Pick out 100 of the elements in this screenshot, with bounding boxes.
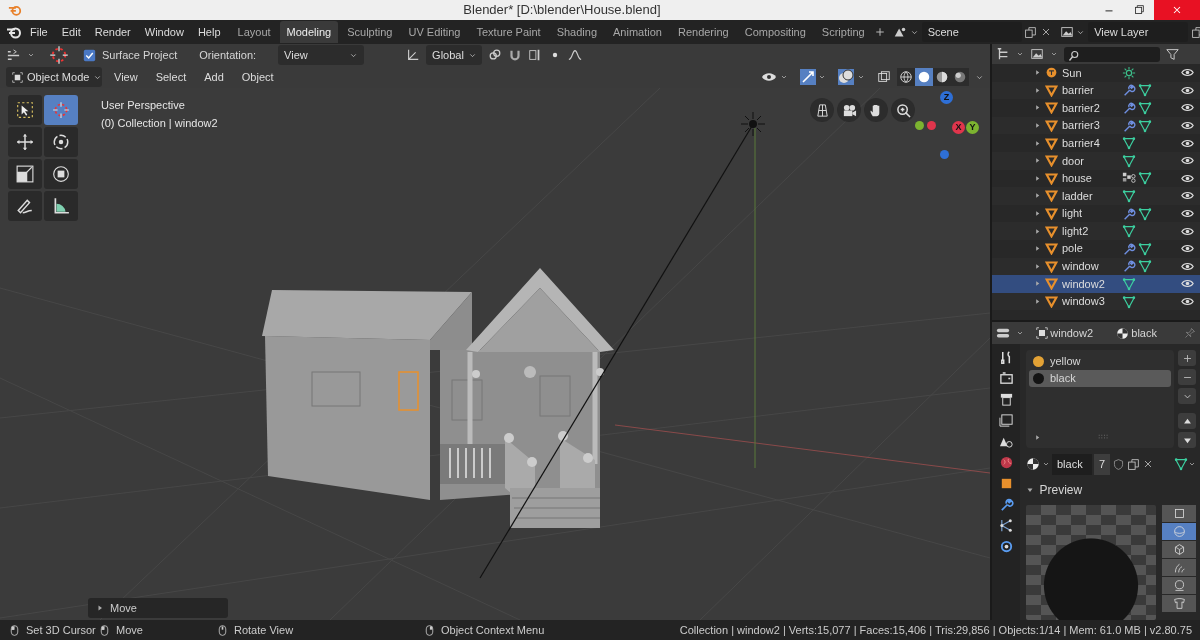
expand-icon[interactable] <box>1034 139 1041 147</box>
axis-dot[interactable] <box>940 150 949 159</box>
expand-icon[interactable] <box>1034 210 1041 218</box>
render-tab-icon[interactable] <box>998 371 1014 386</box>
move-up-button[interactable] <box>1178 413 1196 429</box>
tool-button[interactable] <box>8 159 42 189</box>
mesh-data-icon[interactable] <box>1122 153 1136 168</box>
workspace-tab[interactable]: Sculpting <box>340 20 400 44</box>
menu-item[interactable]: Object <box>235 66 280 88</box>
caret-icon[interactable] <box>1016 50 1024 58</box>
mesh-data-icon[interactable] <box>1138 118 1152 133</box>
tool-button[interactable] <box>8 95 42 125</box>
axis-dot[interactable] <box>927 121 936 130</box>
add-icon[interactable] <box>873 26 886 38</box>
axis-label[interactable]: Y <box>966 121 979 134</box>
orientation-dropdown[interactable]: Global <box>426 44 483 66</box>
physics-tab-icon[interactable] <box>998 539 1014 554</box>
wrench-icon[interactable] <box>1122 83 1136 98</box>
mesh-data-icon[interactable] <box>1122 188 1136 203</box>
outliner-row[interactable]: light <box>992 204 1200 223</box>
particles-tab-icon[interactable] <box>998 518 1014 533</box>
tool-button[interactable] <box>44 191 78 221</box>
wrench-icon[interactable] <box>998 497 1014 512</box>
caret-button[interactable] <box>1178 388 1196 404</box>
shading-button[interactable] <box>897 68 915 86</box>
preview-shape-button[interactable] <box>1162 504 1196 522</box>
outliner-row[interactable]: window <box>992 257 1200 276</box>
menu-item[interactable]: Add <box>198 66 230 88</box>
outliner-row[interactable]: barrier <box>992 81 1200 100</box>
pivot-icon[interactable] <box>488 48 503 62</box>
filter-icon[interactable] <box>1166 47 1179 61</box>
move-down-button[interactable] <box>1178 432 1196 448</box>
hand-button[interactable] <box>864 98 888 122</box>
copy-icon[interactable] <box>1127 457 1141 471</box>
drag-tool-icon[interactable] <box>6 47 21 63</box>
copy-icon[interactable] <box>1024 25 1038 39</box>
caret-icon[interactable] <box>779 73 788 81</box>
workspace-tab[interactable]: Rendering <box>670 20 736 44</box>
material-icon[interactable] <box>1026 457 1040 472</box>
preview-shape-button[interactable] <box>1162 558 1196 576</box>
axis-label[interactable]: X <box>952 121 965 134</box>
tool-button[interactable] <box>44 127 78 157</box>
expand-icon[interactable] <box>1034 227 1041 235</box>
outliner-row[interactable]: ladder <box>992 187 1200 205</box>
expand-icon[interactable] <box>1034 157 1041 165</box>
perspective-grid-button[interactable] <box>810 98 834 122</box>
orientation-dropdown[interactable]: View <box>278 44 365 66</box>
shading-button[interactable] <box>951 68 969 86</box>
wrench-icon[interactable] <box>1122 206 1136 221</box>
menu-item[interactable]: Edit <box>55 21 87 43</box>
caret-icon[interactable] <box>1050 50 1058 58</box>
caret-icon[interactable] <box>857 73 865 81</box>
menu-item[interactable]: Window <box>138 21 190 43</box>
sun-light-icon[interactable] <box>740 111 766 137</box>
cursor-icon[interactable] <box>49 45 69 65</box>
expand-icon[interactable] <box>1034 192 1041 200</box>
vertex-groups-icon[interactable] <box>1122 171 1136 186</box>
user-count[interactable]: 7 <box>1094 454 1111 475</box>
outliner-row[interactable]: barrier2 <box>992 99 1200 117</box>
expand-icon[interactable] <box>1034 280 1041 288</box>
expand-icon[interactable] <box>1034 245 1041 253</box>
scene-field[interactable]: Scene <box>921 21 1022 43</box>
output-tab-icon[interactable] <box>998 392 1014 407</box>
search-field[interactable] <box>1064 46 1160 62</box>
expand-icon[interactable] <box>1034 122 1041 130</box>
workspace-tab[interactable]: Texture Paint <box>469 20 548 44</box>
workspace-tab[interactable]: Layout <box>230 20 278 44</box>
menu-item[interactable]: Render <box>88 21 137 43</box>
mesh-data-icon[interactable] <box>1122 276 1136 291</box>
maximize-icon[interactable] <box>1132 3 1146 17</box>
mode-dropdown[interactable]: Object Mode <box>6 66 102 88</box>
view-layer-icon[interactable] <box>1030 47 1044 61</box>
expand-icon[interactable] <box>1034 262 1041 270</box>
mesh-data-icon[interactable] <box>1122 224 1136 239</box>
last-operator-panel[interactable]: Move <box>88 598 228 618</box>
editor-type-icon[interactable] <box>996 326 1010 340</box>
expand-icon[interactable] <box>1034 174 1041 182</box>
view-layer-tab-icon[interactable] <box>998 413 1014 428</box>
mesh-data-icon[interactable] <box>1138 171 1152 186</box>
mesh-data-icon[interactable] <box>1138 83 1152 98</box>
expand-icon[interactable] <box>1034 298 1041 305</box>
remove-button[interactable] <box>1178 369 1196 385</box>
expand-icon[interactable] <box>1034 86 1041 94</box>
outliner-row[interactable]: window2 <box>992 275 1200 293</box>
checkbox[interactable] <box>83 48 96 62</box>
wrench-icon[interactable] <box>1122 241 1136 256</box>
sun-icon[interactable] <box>1122 65 1136 80</box>
outliner-row[interactable]: Sun <box>992 64 1200 82</box>
tool-button[interactable] <box>44 159 78 189</box>
world-tab-icon[interactable] <box>998 455 1014 470</box>
outliner-row[interactable]: door <box>992 151 1200 170</box>
workspace-tab[interactable]: Modeling <box>279 20 339 44</box>
zoom-button[interactable] <box>891 98 915 122</box>
view-layer-icon[interactable] <box>1059 25 1074 39</box>
axis-label[interactable]: Z <box>940 91 953 104</box>
wrench-icon[interactable] <box>1122 101 1136 115</box>
workspace-tab[interactable]: Compositing <box>737 20 813 44</box>
wrench-icon[interactable] <box>1122 259 1136 274</box>
add-button[interactable] <box>1178 350 1196 366</box>
axis-dot[interactable] <box>915 121 924 130</box>
